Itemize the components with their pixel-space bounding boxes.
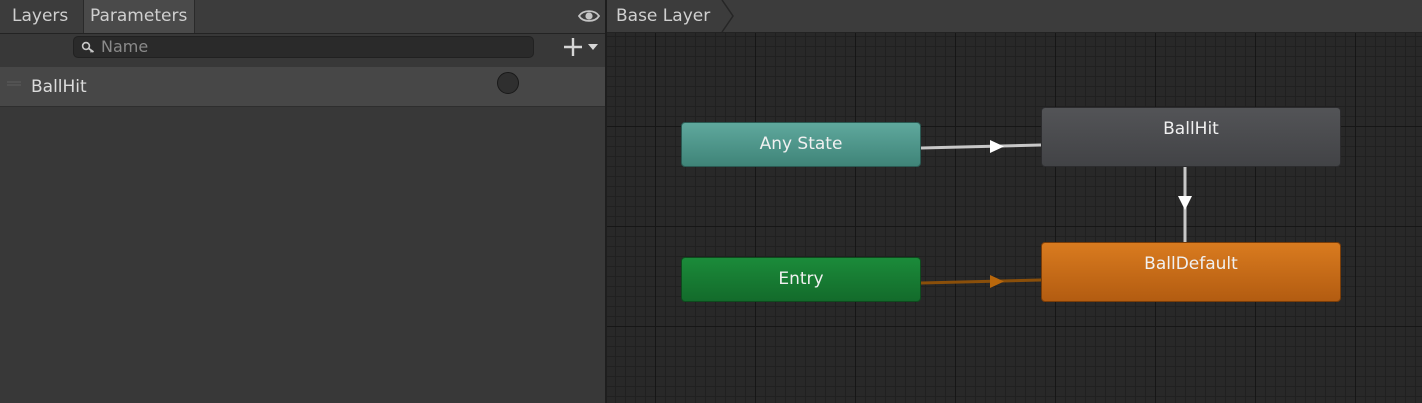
search-icon: [81, 41, 95, 53]
state-node-any-state[interactable]: Any State: [681, 122, 921, 167]
state-node-ballhit[interactable]: BallHit: [1041, 107, 1341, 167]
eye-icon[interactable]: [578, 8, 600, 24]
parameters-panel: Layers Parameters BallHit: [0, 0, 605, 403]
state-node-balldefault[interactable]: BallDefault: [1041, 242, 1341, 302]
parameter-name[interactable]: BallHit: [31, 67, 87, 106]
search-input[interactable]: [101, 37, 521, 57]
search-box[interactable]: [73, 36, 534, 58]
search-row: [0, 34, 605, 64]
trigger-toggle[interactable]: [497, 72, 519, 94]
graph-toolbar: Base Layer: [607, 0, 1422, 33]
add-parameter-button[interactable]: [562, 36, 602, 58]
state-node-entry[interactable]: Entry: [681, 257, 921, 302]
breadcrumb-chevron-icon: [721, 0, 734, 32]
drag-handle-icon[interactable]: [7, 81, 21, 87]
state-machine-canvas[interactable]: [607, 33, 1422, 403]
breadcrumb-base-layer[interactable]: Base Layer: [616, 0, 710, 32]
panel-toolbar: Layers Parameters: [0, 0, 605, 34]
tab-layers[interactable]: Layers: [0, 0, 80, 32]
tab-parameters[interactable]: Parameters: [83, 0, 195, 33]
